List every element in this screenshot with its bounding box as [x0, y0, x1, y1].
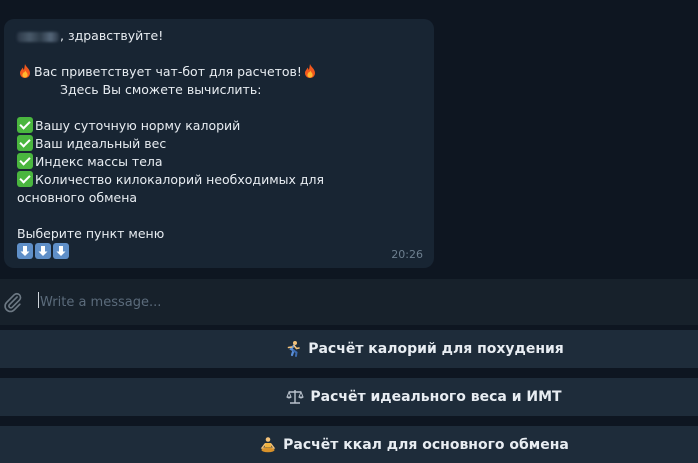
list-item: Вашу суточную норму калорий [17, 117, 422, 135]
welcome-line: Вас приветствует чат-бот для расчетов! [17, 63, 422, 81]
down-arrow-icon [53, 243, 69, 259]
greeting-text: здравствуйте! [67, 28, 164, 43]
check-mark-icon [17, 117, 33, 133]
keyboard-button-ideal-weight[interactable]: Расчёт идеального веса и ИМТ [0, 378, 698, 416]
keyboard-button-weight-loss[interactable]: Расчёт калорий для похудения [0, 330, 698, 368]
down-arrow-icon [35, 243, 51, 259]
check-mark-icon [17, 153, 33, 169]
down-arrow-icon [17, 243, 33, 259]
chat-area: , здравствуйте! Вас приветствует чат-бот… [0, 0, 698, 277]
keyboard-button-label: Расчёт калорий для похудения [308, 341, 564, 357]
prompt-line: Выберите пункт меню [17, 226, 165, 241]
paperclip-icon[interactable] [2, 291, 24, 313]
greeting-line: , здравствуйте! [17, 27, 422, 45]
message-time: 20:26 [391, 248, 423, 261]
fire-icon [304, 64, 315, 78]
meditation-icon [260, 436, 276, 452]
runner-icon [287, 341, 301, 357]
text-caret [38, 292, 39, 308]
check-mark-icon [17, 135, 33, 151]
list-item: Количество килокалорий необходимых для о… [17, 171, 325, 205]
list-item: Ваш идеальный вес [17, 135, 422, 153]
intro-line: Здесь Вы сможете вычислить: [60, 82, 262, 97]
scales-icon [286, 390, 305, 404]
keyboard-button-basal-metabolism[interactable]: Расчёт ккал для основного обмена [0, 426, 698, 463]
redacted-name [17, 31, 59, 42]
message-composer [0, 279, 698, 325]
welcome-text: Вас приветствует чат-бот для расчетов! [34, 64, 302, 79]
list-item: Индекс массы тела [17, 153, 422, 171]
check-mark-icon [17, 171, 33, 187]
fire-icon [20, 64, 30, 78]
keyboard-button-label: Расчёт ккал для основного обмена [283, 436, 569, 453]
message-input[interactable] [40, 290, 680, 314]
arrows-line [17, 243, 422, 261]
bot-message-bubble: , здравствуйте! Вас приветствует чат-бот… [4, 19, 434, 268]
keyboard-button-label: Расчёт идеального веса и ИМТ [310, 389, 562, 405]
